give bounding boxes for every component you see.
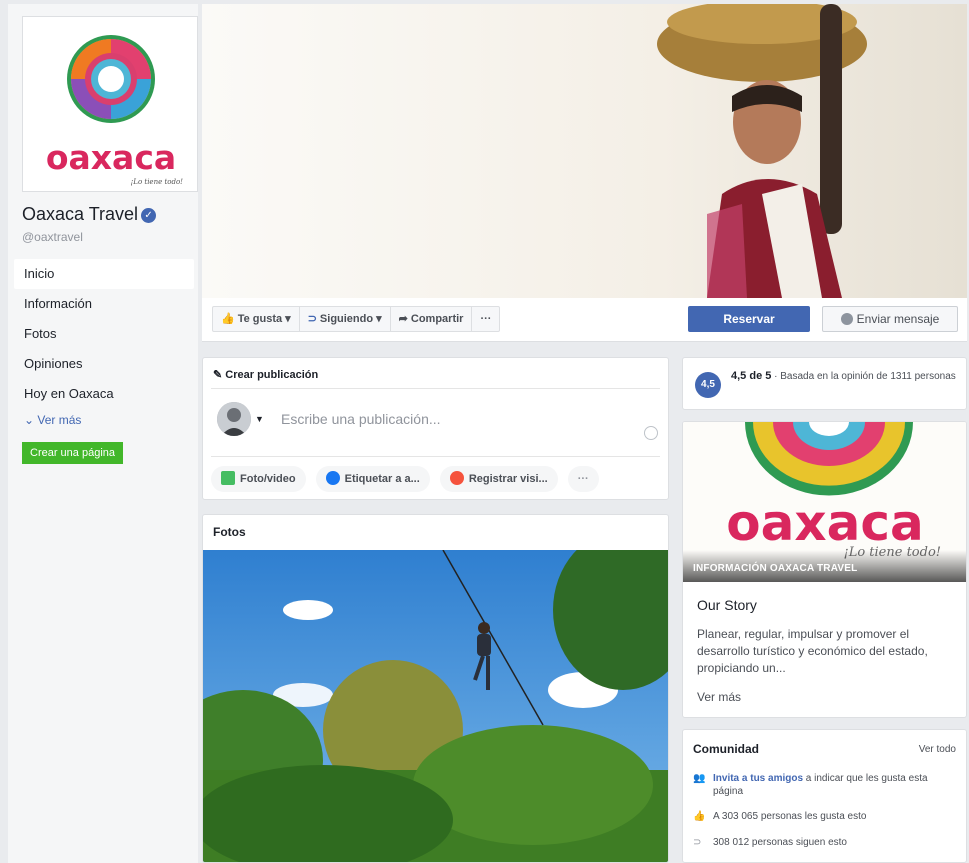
sidebar-item-inicio[interactable]: Inicio bbox=[14, 259, 194, 289]
tag-friends-button[interactable]: Etiquetar a a... bbox=[315, 466, 430, 492]
action-button-group: 👍 Te gusta ▾ ⊃ Siguiendo ▾ ➦ Compartir ··· bbox=[212, 306, 501, 332]
location-pin-icon bbox=[449, 471, 464, 485]
avatar[interactable] bbox=[217, 402, 251, 436]
check-in-button[interactable]: Registrar visi... bbox=[439, 466, 558, 492]
tag-friends-label: Etiquetar a a... bbox=[344, 473, 420, 485]
thumbs-up-icon: 👍 bbox=[221, 313, 235, 325]
composer-more-button[interactable]: ··· bbox=[567, 466, 599, 492]
divider bbox=[211, 456, 660, 457]
more-options-button[interactable]: ··· bbox=[472, 307, 499, 331]
photo-video-label: Foto/video bbox=[240, 473, 296, 485]
photos-title[interactable]: Fotos bbox=[213, 525, 246, 539]
rating-summary[interactable]: 4,5 de 5 · Basada en la opinión de 1311 … bbox=[731, 370, 961, 383]
sidebar-nav: Inicio Información Fotos Opiniones Hoy e… bbox=[14, 259, 194, 431]
emoji-icon[interactable] bbox=[644, 426, 658, 440]
share-icon: ➦ bbox=[398, 313, 408, 325]
follows-row: ⊃ 308 012 personas siguen esto bbox=[693, 836, 958, 849]
cover-photo[interactable] bbox=[202, 4, 967, 298]
story-text: Planear, regular, impulsar y promover el… bbox=[697, 627, 928, 675]
share-label: Compartir bbox=[410, 313, 464, 325]
chevron-down-icon: ⌄ bbox=[24, 413, 38, 427]
follows-count: 308 012 personas siguen esto bbox=[713, 837, 847, 848]
about-card: oaxaca ¡Lo tiene todo! INFORMACIÓN OAXAC… bbox=[682, 421, 967, 718]
community-card: Comunidad Ver todo 👥 Invita a tus amigos … bbox=[682, 729, 967, 863]
left-sidebar: oaxaca ¡Lo tiene todo! Oaxaca Travel ✓ @o… bbox=[8, 4, 198, 863]
send-message-label: Enviar mensaje bbox=[856, 312, 940, 326]
story-see-more-link[interactable]: Ver más bbox=[697, 690, 741, 704]
profile-picture[interactable]: oaxaca ¡Lo tiene todo! bbox=[22, 16, 198, 192]
photo-icon bbox=[221, 471, 235, 485]
composer-title[interactable]: ✎ Crear publicación bbox=[213, 368, 318, 381]
pencil-icon: ✎ bbox=[213, 369, 226, 381]
rating-badge: 4,5 bbox=[695, 372, 721, 398]
messenger-icon bbox=[840, 313, 853, 325]
post-composer: ✎ Crear publicación ▼ Foto/video Etiquet… bbox=[202, 357, 669, 500]
page-title[interactable]: Oaxaca Travel ✓ bbox=[22, 204, 157, 225]
invite-friends-row: 👥 Invita a tus amigos a indicar que les g… bbox=[693, 772, 958, 798]
following-button[interactable]: ⊃ Siguiendo ▾ bbox=[300, 307, 391, 331]
reserve-button[interactable]: Reservar bbox=[688, 306, 810, 332]
community-title: Comunidad bbox=[693, 742, 759, 756]
following-label: Siguiendo bbox=[319, 313, 374, 325]
avatar-image bbox=[217, 402, 251, 436]
rating-card: 4,5 4,5 de 5 · Basada en la opinión de 1… bbox=[682, 357, 967, 410]
send-message-button[interactable]: Enviar mensaje bbox=[822, 306, 958, 332]
sidebar-item-informacion[interactable]: Información bbox=[14, 289, 194, 319]
photos-card: Fotos bbox=[202, 514, 669, 863]
page-action-bar: 👍 Te gusta ▾ ⊃ Siguiendo ▾ ➦ Compartir ··· … bbox=[202, 298, 967, 342]
about-cover-image[interactable]: oaxaca ¡Lo tiene todo! INFORMACIÓN OAXAC… bbox=[683, 422, 966, 582]
page-name-text[interactable]: Oaxaca Travel bbox=[22, 204, 138, 224]
page-handle[interactable]: @oaxtravel bbox=[22, 230, 83, 244]
sidebar-see-more-label: Ver más bbox=[37, 413, 82, 427]
rating-score: 4,5 de 5 bbox=[731, 370, 772, 382]
chevron-down-icon[interactable]: ▼ bbox=[255, 414, 264, 424]
thumbs-up-icon: 👍 bbox=[693, 811, 706, 822]
rating-detail: Basada en la opinión de 1311 personas bbox=[780, 371, 956, 382]
svg-text:¡Lo tiene todo!: ¡Lo tiene todo! bbox=[130, 178, 183, 186]
like-button[interactable]: 👍 Te gusta ▾ bbox=[213, 307, 300, 331]
share-button[interactable]: ➦ Compartir bbox=[391, 307, 473, 331]
rating-separator: · bbox=[771, 371, 781, 382]
photo-video-button[interactable]: Foto/video bbox=[211, 466, 306, 492]
tag-people-icon bbox=[325, 471, 340, 485]
invite-friends-link[interactable]: Invita a tus amigos bbox=[713, 773, 803, 784]
check-in-label: Registrar visi... bbox=[468, 473, 548, 485]
composer-actions: Foto/video Etiquetar a a... Registrar vi… bbox=[211, 466, 660, 492]
likes-count: A 303 065 personas les gusta esto bbox=[713, 811, 867, 822]
sidebar-see-more[interactable]: ⌄ Ver más bbox=[14, 409, 194, 431]
zipline-photo[interactable] bbox=[203, 550, 669, 863]
likes-row: 👍 A 303 065 personas les gusta esto bbox=[693, 810, 958, 823]
post-input[interactable] bbox=[281, 408, 641, 430]
sidebar-item-fotos[interactable]: Fotos bbox=[14, 319, 194, 349]
composer-title-text: Crear publicación bbox=[225, 369, 319, 381]
about-overlay: INFORMACIÓN OAXACA TRAVEL bbox=[683, 550, 966, 582]
story-title[interactable]: Our Story bbox=[697, 597, 757, 613]
about-overlay-text: INFORMACIÓN OAXACA TRAVEL bbox=[693, 563, 858, 574]
sidebar-item-hoy-en-oaxaca[interactable]: Hoy en Oaxaca bbox=[14, 379, 194, 409]
rss-icon: ⊃ bbox=[693, 837, 702, 848]
divider bbox=[211, 388, 660, 389]
people-icon: 👥 bbox=[693, 773, 706, 784]
create-page-button[interactable]: Crear una página bbox=[22, 442, 124, 464]
cover-image bbox=[202, 4, 967, 298]
see-all-link[interactable]: Ver todo bbox=[919, 744, 956, 755]
svg-text:oaxaca: oaxaca bbox=[46, 138, 176, 177]
like-label: Te gusta bbox=[237, 313, 283, 325]
verified-badge-icon: ✓ bbox=[141, 208, 157, 223]
oaxaca-logo: oaxaca ¡Lo tiene todo! bbox=[23, 17, 197, 191]
sidebar-item-opiniones[interactable]: Opiniones bbox=[14, 349, 194, 379]
svg-text:oaxaca: oaxaca bbox=[726, 494, 923, 552]
rss-icon: ⊃ bbox=[307, 313, 317, 325]
